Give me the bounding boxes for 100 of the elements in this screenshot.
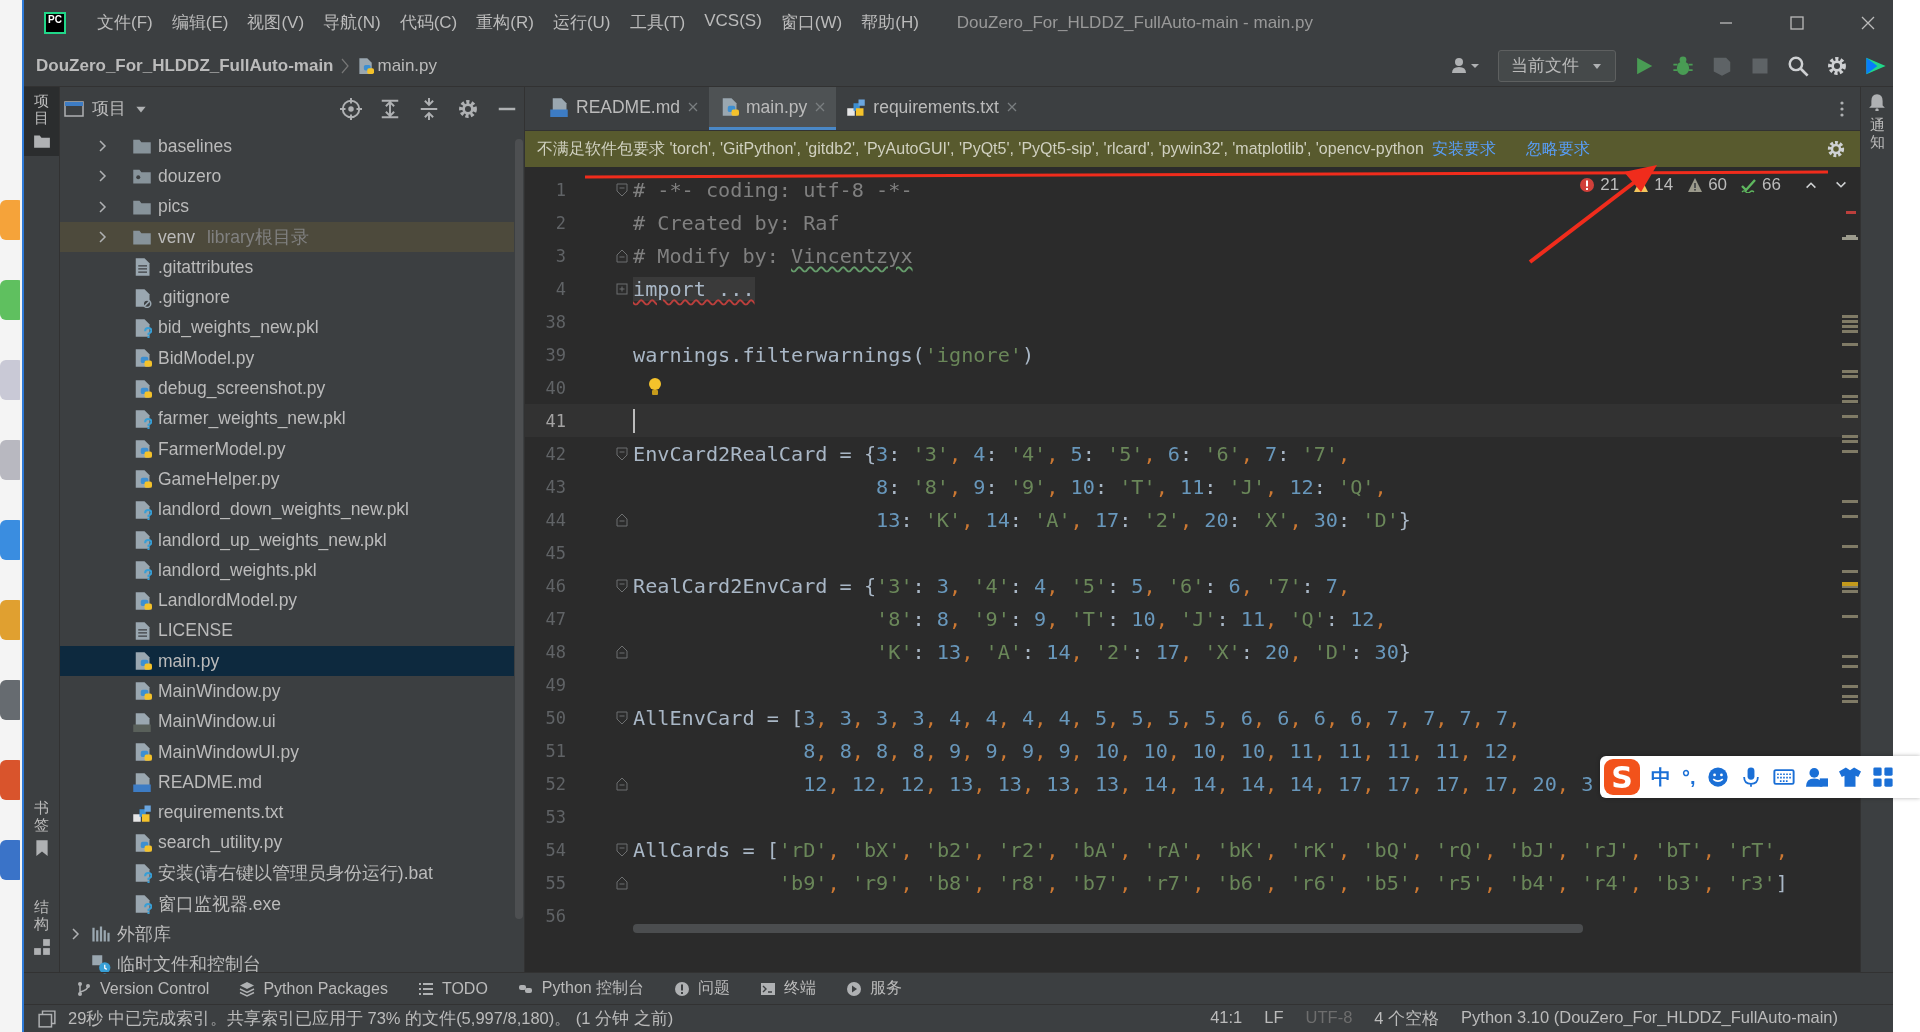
run-configuration-dropdown[interactable]: 当前文件 [1498,49,1616,82]
app-icon[interactable] [0,680,20,720]
menu-item[interactable]: 帮助(H) [861,11,919,34]
fold-icon[interactable] [616,281,628,296]
close-icon[interactable] [687,101,700,113]
tree-item[interactable]: .gitignore [60,282,514,313]
tool-window-button[interactable]: Version Control [76,979,210,998]
fold-icon[interactable] [616,578,628,593]
fold-icon[interactable] [616,446,628,461]
panel-toggle-icon[interactable] [38,1009,56,1028]
tree-item[interactable]: search_utility.py [60,827,514,859]
scrollbar[interactable] [514,139,524,919]
breadcrumb-item[interactable]: main.py [355,55,438,76]
tree-item[interactable]: 安装(请右键以管理员身份运行).bat [60,858,514,889]
settings-icon[interactable] [1826,139,1846,159]
menu-item[interactable]: 导航(N) [323,11,381,34]
fold-icon[interactable] [616,512,628,527]
close-icon[interactable] [1005,101,1018,113]
tree-item[interactable]: landlord_weights.pkl [60,555,514,586]
settings-icon[interactable] [457,97,479,120]
menu-item[interactable]: 视图(V) [247,11,305,34]
tree-item[interactable]: debug_screenshot.py [60,373,514,404]
tree-item[interactable]: bid_weights_new.pkl [60,312,514,344]
tree-item[interactable]: 外部库 [60,918,514,949]
shirt-icon[interactable] [1838,766,1861,788]
editor-tab[interactable]: README.md [539,87,710,130]
status-item[interactable]: 4 个空格 [1374,1007,1440,1030]
keyboard-icon[interactable] [1772,766,1795,788]
tree-item[interactable]: douzero [60,161,514,192]
tree-item[interactable]: BidModel.py [60,343,514,374]
fold-icon[interactable] [616,875,628,890]
tree-item[interactable]: 窗口监视器.exe [60,888,514,919]
tree-item[interactable]: GameHelper.py [60,464,514,495]
menu-item[interactable]: 工具(T) [629,11,686,34]
tree-item[interactable]: README.md [60,767,514,798]
settings-icon[interactable] [1826,54,1848,77]
tree-item[interactable]: baselines [60,131,514,162]
tree-item[interactable]: LandlordModel.py [60,585,514,616]
tree-item[interactable]: venv library根目录 [60,221,514,253]
menu-item[interactable]: 文件(F) [97,11,153,34]
fold-icon[interactable] [616,644,628,659]
tool-window-tab[interactable]: 结构 [24,893,59,962]
fold-icon[interactable] [616,248,628,263]
expand-all-icon[interactable] [379,97,401,120]
tree-item[interactable]: pics [60,191,514,222]
menu-item[interactable]: 代码(C) [399,11,458,34]
scrollbar[interactable] [633,924,1583,933]
menu-item[interactable]: 窗口(W) [780,11,843,34]
smiley-icon[interactable] [1706,766,1729,788]
tool-window-tab[interactable]: 通知 [1861,87,1893,156]
editor-tab[interactable]: requirements.txt [836,87,1028,130]
grid-icon[interactable] [1871,766,1894,788]
user-icon[interactable] [1451,55,1481,76]
tool-window-tab[interactable]: 书签 [24,794,59,863]
tree-item[interactable]: FarmerModel.py [60,433,514,465]
status-item[interactable]: Python 3.10 (DouZero_For_HLDDZ_FullAuto-main) [1461,1007,1838,1030]
code-line: RealCard2EnvCard = {'3': 3, '4': 4, '5': 5, '6': 6, '7': 7, [633,573,1351,598]
tree-item[interactable]: 临时文件和控制台 [60,949,514,980]
fold-icon[interactable] [616,182,628,197]
menu-item[interactable]: VCS(S) [704,11,762,34]
status-item[interactable]: 41:1 [1210,1007,1243,1030]
status-item[interactable]: LF [1264,1007,1284,1030]
tree-item[interactable]: MainWindow.py [60,676,514,707]
tree-item[interactable]: MainWindowUI.py [60,736,514,768]
user-icon[interactable] [1805,766,1828,788]
tree-item[interactable]: LICENSE [60,615,514,647]
menu-item[interactable]: 运行(U) [552,11,611,34]
input-method-logo[interactable]: S [1604,759,1640,795]
project-view-dropdown[interactable]: 项目 [64,97,148,120]
tree-item[interactable]: farmer_weights_new.pkl [60,403,514,434]
collapse-all-icon[interactable] [418,97,440,120]
tool-window-button[interactable]: Python 控制台 [517,978,645,999]
editor-tab[interactable]: main.py [709,87,837,130]
tree-item[interactable]: landlord_down_weights_new.pkl [60,494,514,525]
tool-window-button[interactable]: Python Packages [239,979,388,998]
locate-icon[interactable] [340,97,362,120]
tool-window-tab[interactable]: 项目 [24,87,59,156]
tree-item[interactable]: .gitattributes [60,252,514,283]
tool-window-button[interactable]: 终端 [760,978,817,999]
code-line: # -*- coding: utf-8 -*- [633,177,913,202]
line-number: 46 [544,575,566,596]
scratches-icon [91,954,111,975]
fold-icon[interactable] [616,842,628,857]
fold-icon[interactable] [616,776,628,791]
punctuation-toggle[interactable]: °, [1682,765,1696,789]
search-icon[interactable] [1787,54,1809,77]
fold-icon[interactable] [616,710,628,725]
tool-window-button[interactable]: 问题 [674,978,731,999]
menu-item[interactable]: 编辑(E) [171,11,229,34]
tool-window-button[interactable]: 服务 [846,978,903,999]
bug-icon[interactable] [1672,54,1694,77]
breadcrumb-item[interactable]: DouZero_For_HLDDZ_FullAuto-main [36,55,334,76]
tree-item[interactable]: landlord_up_weights_new.pkl [60,524,514,556]
input-mode-toggle[interactable]: 中 [1651,763,1671,791]
tree-item[interactable]: requirements.txt [60,797,514,828]
tree-item[interactable]: MainWindow.ui [60,706,514,737]
tree-item[interactable]: main.py [60,646,514,677]
light-bulb-icon[interactable] [647,377,663,397]
tool-window-button[interactable]: TODO [417,979,488,998]
menu-item[interactable]: 重构(R) [476,11,534,34]
